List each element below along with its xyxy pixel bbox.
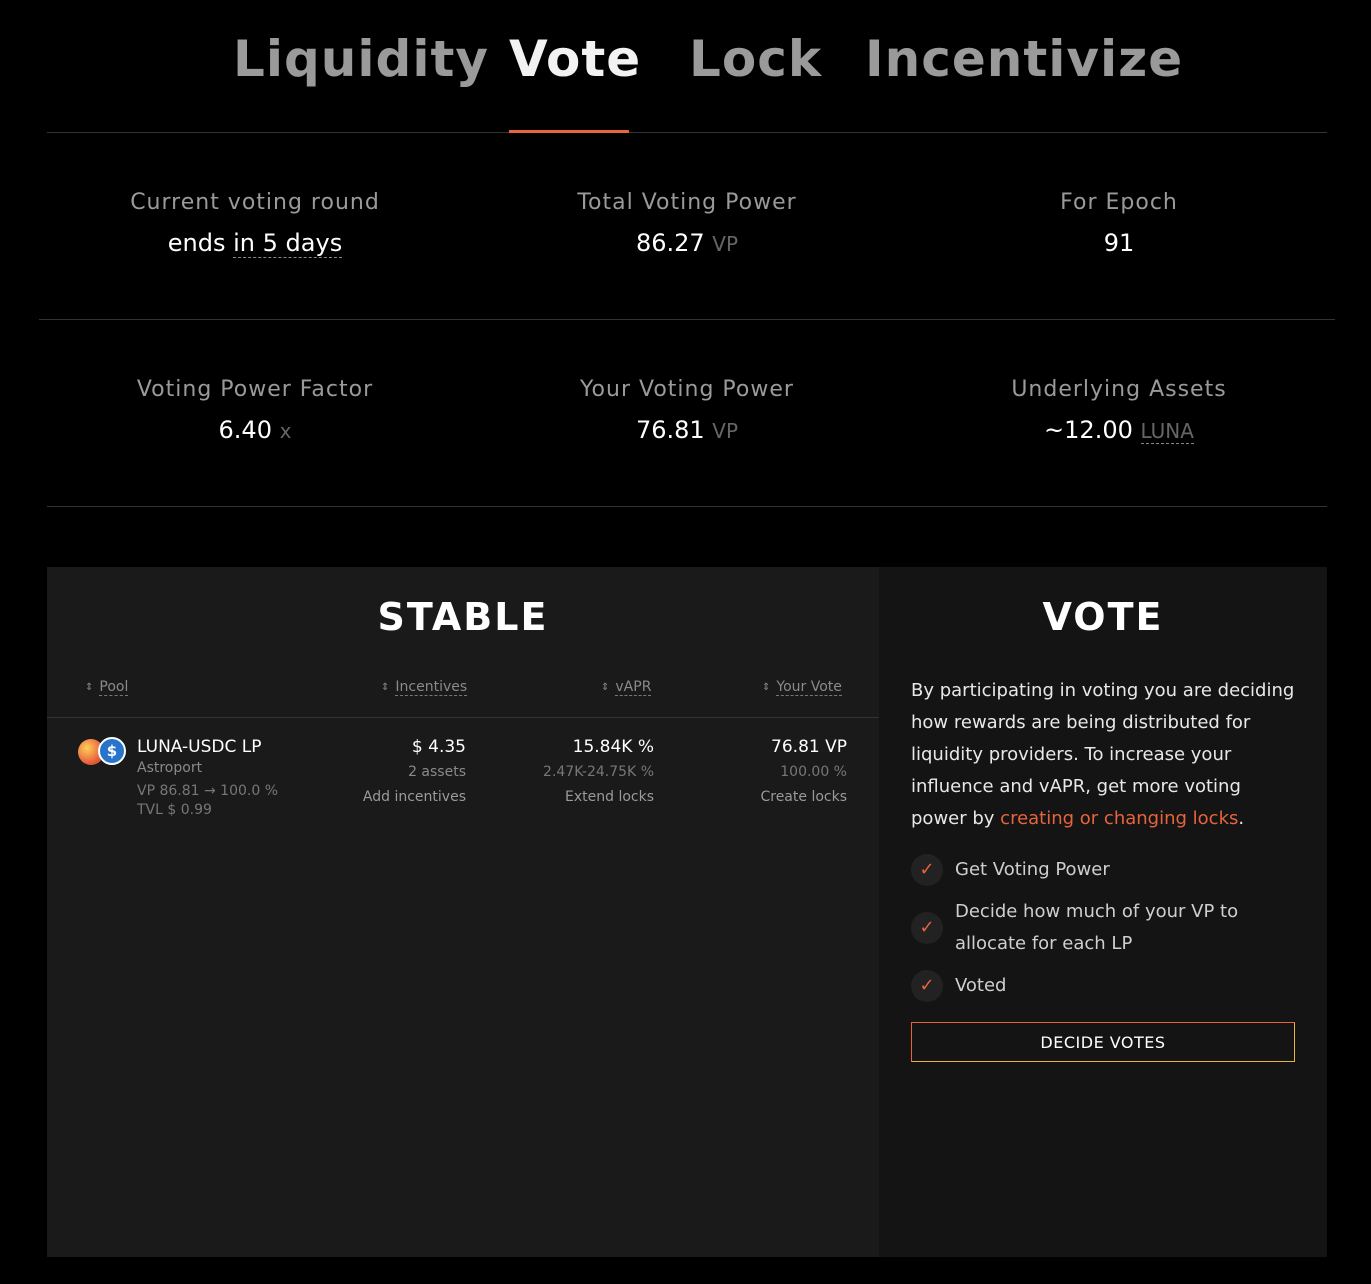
stat-your-voting-power: Your Voting Power 76.81 VP: [472, 377, 902, 444]
panel-title: STABLE: [377, 595, 549, 639]
stable-pools-panel: STABLE ⇕ Pool ⇕ Incentives ⇕ vAPR ⇕ Your…: [47, 567, 879, 1257]
stat-label: Your Voting Power: [580, 377, 794, 402]
tab-incentivize[interactable]: Incentivize: [865, 30, 1183, 88]
step-decide-allocation: ✓ Decide how much of your VP to allocate…: [911, 896, 1311, 960]
step-voted: ✓ Voted: [911, 970, 1007, 1002]
vapr-range: 2.47K-24.75K %: [543, 764, 654, 780]
active-tab-indicator: [509, 130, 629, 133]
your-vote-percent: 100.00 %: [780, 764, 847, 780]
tab-liquidity[interactable]: Liquidity: [233, 30, 489, 88]
column-header-incentives[interactable]: ⇕ Incentives: [381, 679, 468, 696]
your-vote-value: 76.81 VP: [771, 737, 847, 757]
stat-label: Total Voting Power: [577, 190, 797, 215]
create-locks-link[interactable]: Create locks: [760, 789, 847, 805]
luna-unit[interactable]: LUNA: [1140, 419, 1194, 444]
epoch-value: 91: [1103, 229, 1135, 257]
underlying-value: ~12.00: [1044, 416, 1133, 444]
check-icon: ✓: [911, 854, 943, 886]
vote-description: By participating in voting you are decid…: [911, 680, 1295, 829]
divider: [47, 506, 1327, 507]
usdc-icon: $: [98, 737, 126, 765]
creating-locks-link[interactable]: creating or changing locks: [1000, 808, 1238, 829]
factor-unit: x: [279, 419, 292, 443]
vp-unit: VP: [712, 419, 739, 443]
round-prefix: ends: [167, 229, 226, 257]
your-vp-value: 76.81: [635, 416, 705, 444]
pool-name: LUNA-USDC LP: [137, 737, 262, 757]
total-vp-value: 86.27: [635, 229, 705, 257]
step-get-voting-power: ✓ Get Voting Power: [911, 854, 1110, 886]
tab-lock[interactable]: Lock: [689, 30, 822, 88]
stat-total-voting-power: Total Voting Power 86.27 VP: [472, 190, 902, 257]
add-incentives-link[interactable]: Add incentives: [363, 789, 466, 805]
sort-icon: ⇕: [381, 681, 390, 693]
stat-underlying-assets: Underlying Assets ~12.00 LUNA: [904, 377, 1334, 444]
pool-dex: Astroport: [137, 760, 203, 776]
stat-label: Voting Power Factor: [136, 377, 374, 402]
stat-label: Underlying Assets: [1011, 377, 1227, 402]
stat-epoch: For Epoch 91: [904, 190, 1334, 257]
vapr-value: 15.84K %: [572, 737, 654, 757]
pool-tvl-line: TVL $ 0.99: [137, 802, 212, 818]
incentives-value: $ 4.35: [411, 737, 466, 757]
stat-label: For Epoch: [1060, 190, 1178, 215]
decide-votes-button[interactable]: DECIDE VOTES: [911, 1022, 1295, 1062]
stat-label: Current voting round: [130, 190, 380, 215]
stat-current-round: Current voting round ends in 5 days: [40, 190, 470, 258]
divider: [39, 319, 1335, 320]
check-icon: ✓: [911, 912, 943, 944]
panel-title: VOTE: [1042, 595, 1164, 639]
column-header-your-vote[interactable]: ⇕ Your Vote: [762, 679, 842, 696]
sort-icon: ⇕: [601, 681, 610, 693]
column-header-pool[interactable]: ⇕ Pool: [85, 679, 129, 696]
check-icon: ✓: [911, 970, 943, 1002]
round-ends-value[interactable]: in 5 days: [233, 229, 343, 258]
stat-vp-factor: Voting Power Factor 6.40 x: [40, 377, 470, 444]
vote-panel: VOTE By participating in voting you are …: [879, 567, 1327, 1257]
column-header-vapr[interactable]: ⇕ vAPR: [601, 679, 652, 696]
incentives-assets: 2 assets: [408, 764, 466, 780]
pool-vp-line: VP 86.81 → 100.0 %: [137, 783, 279, 799]
tab-vote[interactable]: Vote: [509, 30, 641, 88]
sort-icon: ⇕: [85, 681, 94, 693]
vp-unit: VP: [712, 232, 739, 256]
sort-icon: ⇕: [762, 681, 771, 693]
table-row[interactable]: $ LUNA-USDC LP Astroport VP 86.81 → 100.…: [47, 717, 879, 827]
extend-locks-link[interactable]: Extend locks: [565, 789, 654, 805]
tab-bar: Liquidity Vote Lock Incentivize: [47, 0, 1327, 133]
vp-factor-value: 6.40: [218, 416, 272, 444]
